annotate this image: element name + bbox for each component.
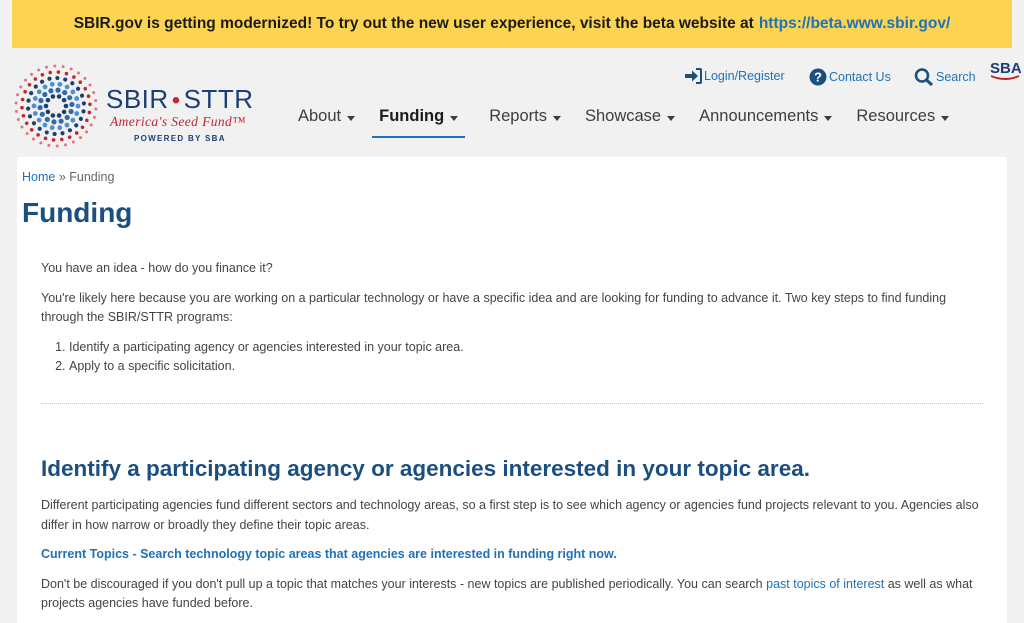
breadcrumb-separator: » <box>58 170 66 184</box>
nav-about[interactable]: About <box>298 104 356 138</box>
nav-reports[interactable]: Reports <box>489 104 561 138</box>
page-title: Funding <box>22 197 133 228</box>
sba-logo[interactable]: SBA <box>989 57 1022 83</box>
beta-site-link[interactable]: https://beta.www.sbir.gov/ <box>759 15 950 33</box>
logo-powered-by: POWERED BY SBA <box>134 134 226 143</box>
past-topics-link[interactable]: past topics of interest <box>766 577 884 591</box>
login-register-link[interactable]: Login/Register <box>684 68 785 84</box>
contact-us-link[interactable]: ? Contact Us <box>809 68 891 86</box>
caret-down-icon <box>941 116 950 121</box>
sign-in-icon <box>685 68 702 84</box>
logo-tagline: America's Seed Fund™ <box>110 114 246 129</box>
caret-down-icon <box>552 116 561 121</box>
nav-resources[interactable]: Resources <box>856 104 950 138</box>
sba-logo-icon: SBA <box>990 60 1022 80</box>
caret-down-icon <box>667 116 676 121</box>
banner-text: SBIR.gov is getting modernized! To try o… <box>73 15 754 32</box>
starburst-logo-icon <box>14 64 98 148</box>
logo-title: SBIR • STTR <box>106 84 254 114</box>
section-paragraph: Different participating agencies fund di… <box>41 498 979 532</box>
list-item: Apply to a specific solicitation. <box>69 357 986 377</box>
intro-paragraph: You're likely here because you are worki… <box>41 290 947 325</box>
caret-down-icon <box>347 116 356 121</box>
breadcrumb: Home » Funding <box>22 170 114 184</box>
intro-question: You have an idea - how do you finance it… <box>41 261 273 275</box>
beta-announcement-banner: SBIR.gov is getting modernized! To try o… <box>12 0 1012 48</box>
caret-down-icon <box>824 116 833 121</box>
search-icon <box>914 68 934 86</box>
nav-announcements[interactable]: Announcements <box>699 104 833 138</box>
steps-list: Identify a participating agency or agenc… <box>69 338 986 377</box>
nav-funding[interactable]: Funding <box>372 104 466 138</box>
section-divider <box>41 403 983 404</box>
current-topics-link[interactable]: Current Topics - Search technology topic… <box>41 547 617 561</box>
list-item: Identify a participating agency or agenc… <box>69 338 986 358</box>
caret-down-icon <box>450 116 459 121</box>
svg-text:SBA: SBA <box>990 60 1021 77</box>
search-link[interactable]: Search <box>914 68 976 86</box>
section-heading: Identify a participating agency or agenc… <box>41 456 810 481</box>
section-body: Different participating agencies fund di… <box>41 496 986 614</box>
sbir-sttr-logo[interactable]: SBIR • STTR America's Seed Fund™ POWERED B… <box>12 64 262 148</box>
content-card: Home » Funding Funding You have an idea … <box>17 157 1007 623</box>
breadcrumb-home-link[interactable]: Home <box>22 170 55 184</box>
main-navigation: About Funding Reports Showcase Announcem… <box>298 104 950 138</box>
nav-showcase[interactable]: Showcase <box>585 104 676 138</box>
svg-text:?: ? <box>814 70 822 85</box>
section-paragraph-2: Don't be discouraged if you don't pull u… <box>41 576 973 611</box>
breadcrumb-current: Funding <box>69 170 115 184</box>
question-circle-icon: ? <box>809 68 827 86</box>
intro-section: You have an idea - how do you finance it… <box>41 259 986 377</box>
